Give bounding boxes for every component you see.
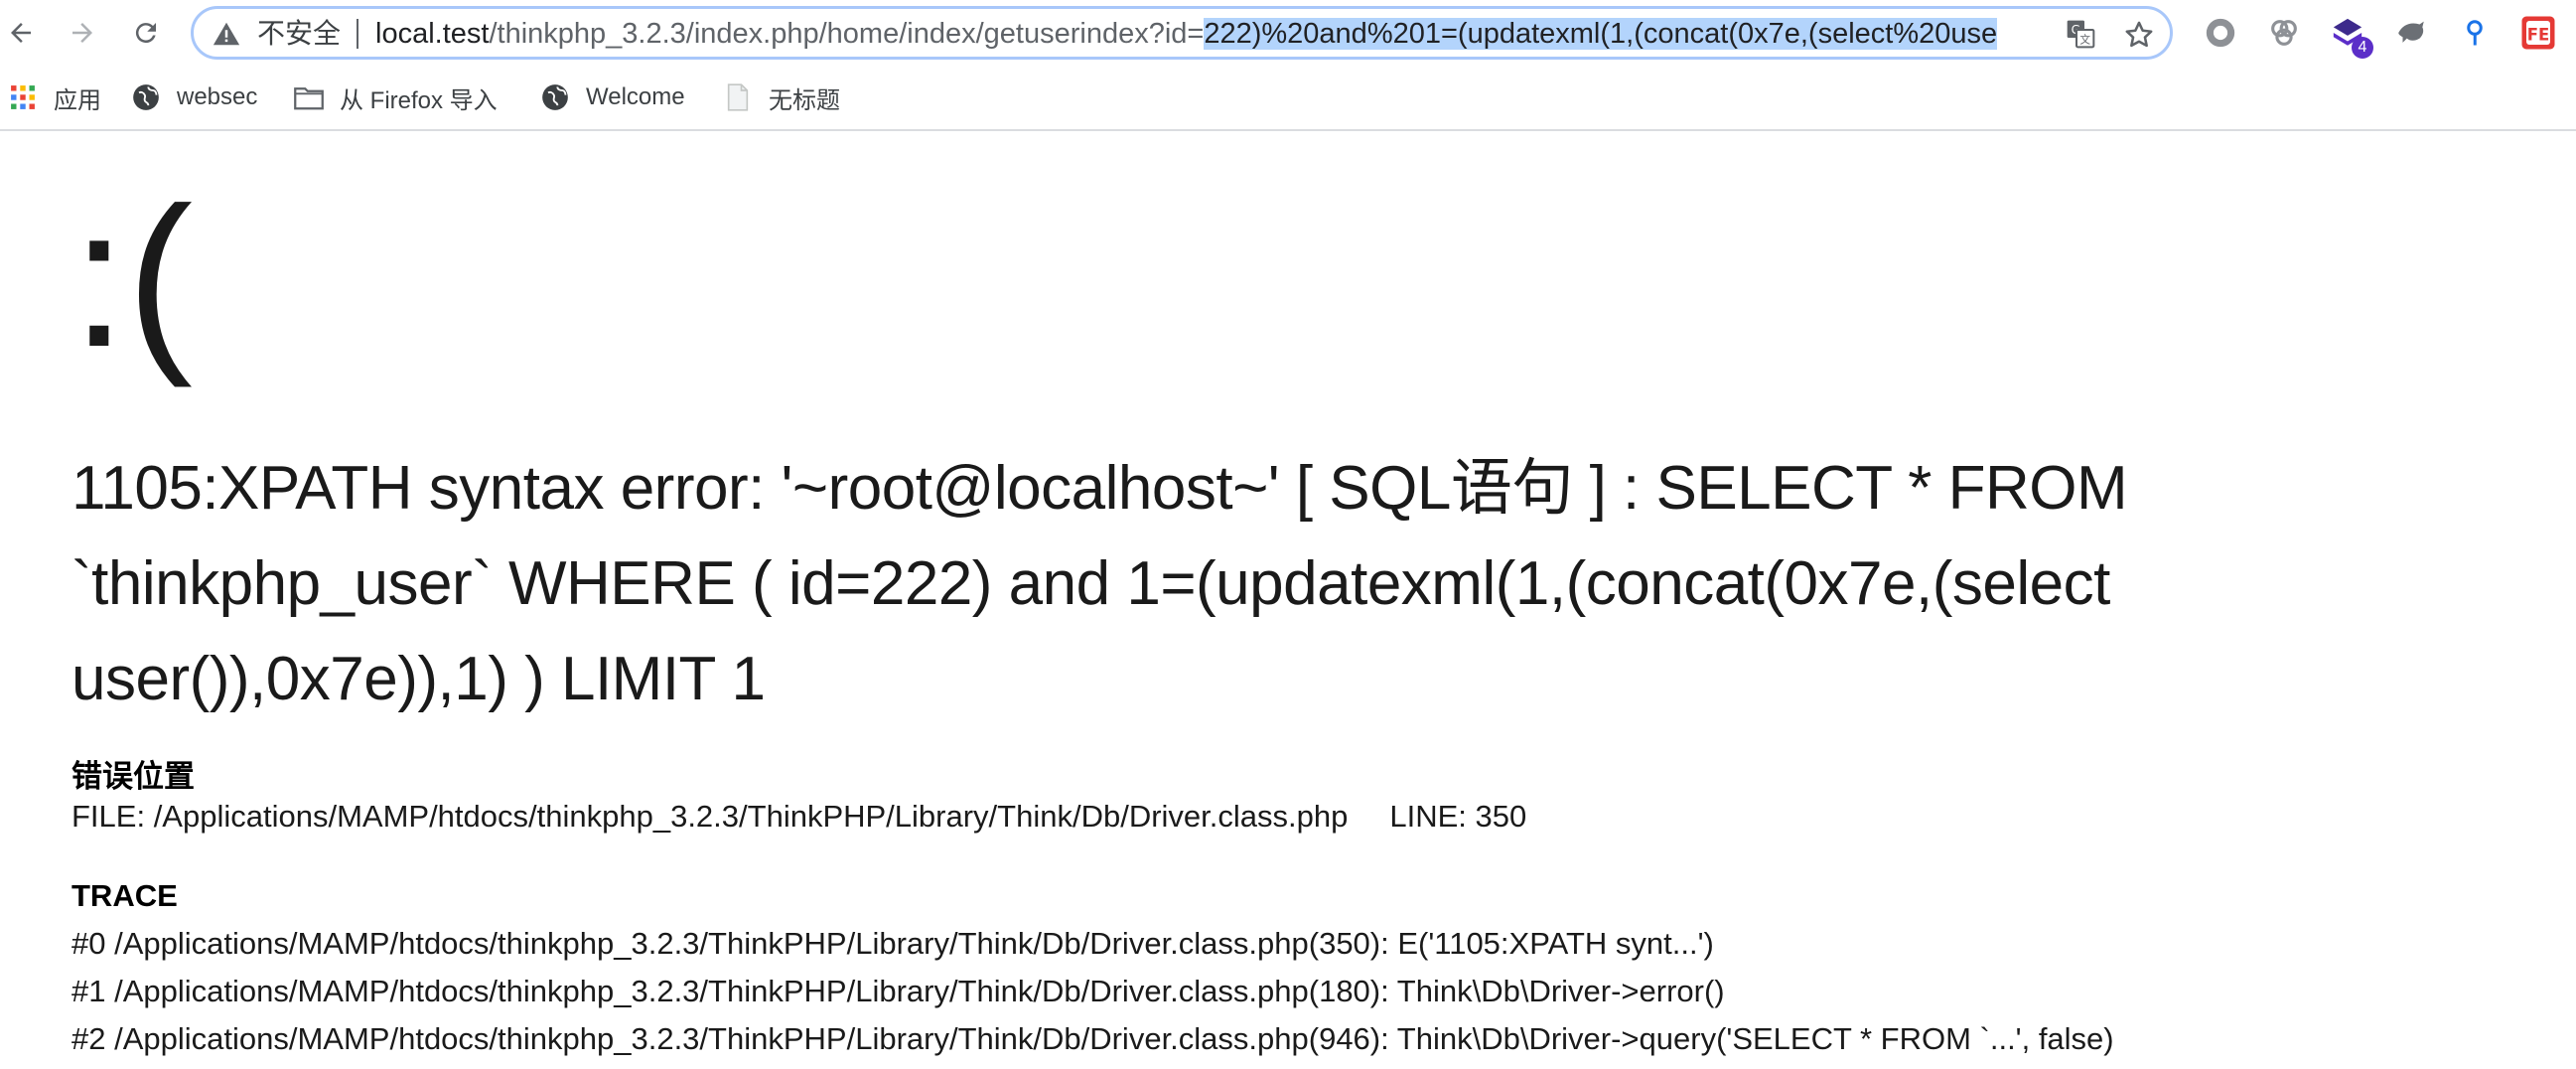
error-message: 1105:XPATH syntax error: '~root@localhos… [72, 454, 2128, 713]
browser-toolbar: 不安全 local.test/thinkphp_3.2.3/index.php/… [0, 0, 2576, 66]
arrow-left-icon [11, 23, 31, 43]
extension-record-button[interactable] [2203, 15, 2238, 51]
trace-line: #1 /Applications/MAMP/htdocs/thinkphp_3.… [72, 974, 1725, 1008]
bookmark-label: Welcome [586, 83, 685, 110]
reload-button[interactable] [125, 12, 167, 54]
trace-heading: TRACE [72, 878, 178, 913]
folder-icon [294, 82, 324, 112]
address-bar[interactable]: 不安全 local.test/thinkphp_3.2.3/index.php/… [191, 6, 2173, 60]
svg-text:FE: FE [2527, 26, 2550, 45]
security-label[interactable]: 不安全 [257, 18, 341, 50]
page-icon [723, 82, 753, 112]
bookmark-firefox-import[interactable]: 从 Firefox 导入 [294, 79, 498, 115]
bookmark-label: websec [177, 83, 258, 110]
url-path: /thinkphp_3.2.3/index.php/home/index/get… [489, 18, 1205, 50]
error-file-line: FILE: /Applications/MAMP/htdocs/thinkphp… [72, 799, 1526, 835]
extension-layers-button[interactable]: 4 [2330, 15, 2373, 59]
trace-line: #0 /Applications/MAMP/htdocs/thinkphp_3.… [72, 926, 1714, 961]
svg-text:文: 文 [2079, 33, 2090, 46]
globe-icon [131, 82, 161, 112]
extension-fe-button[interactable]: FE [2520, 15, 2556, 51]
bookmark-websec[interactable]: websec [131, 79, 257, 115]
bookmark-star-icon[interactable] [2122, 18, 2156, 52]
warning-icon[interactable] [212, 19, 241, 49]
apps-grid-icon [8, 82, 38, 112]
error-line-number: LINE: 350 [1389, 799, 1527, 834]
sad-face: :( [72, 167, 194, 388]
error-location-heading: 错误位置 [72, 759, 195, 794]
extension-bird-button[interactable] [2393, 15, 2429, 51]
bookmark-untitled[interactable]: 无标题 [723, 79, 840, 115]
url-selected: 222)%20and%201=(updatexml(1,(concat(0x7e… [1204, 18, 1998, 50]
chain-icon [2271, 20, 2297, 46]
omnibox-divider [357, 19, 358, 49]
bookmark-apps[interactable]: 应用 [8, 79, 101, 115]
bird-icon [2398, 21, 2424, 43]
forward-button[interactable] [62, 12, 103, 54]
url-text[interactable]: local.test/thinkphp_3.2.3/index.php/home… [375, 17, 2054, 51]
reload-icon [135, 23, 156, 44]
arrow-right-icon [72, 23, 92, 43]
bookmarks-bar: 应用 websec 从 Firefox 导入 Welcome 无标题 [0, 66, 2576, 131]
fe-helper-icon: FE [2521, 16, 2555, 50]
bookmark-label: 无标题 [769, 86, 840, 114]
bookmark-label: 从 Firefox 导入 [340, 86, 498, 114]
back-button[interactable] [0, 12, 42, 54]
extension-pin-button[interactable] [2457, 15, 2493, 51]
extension-links-button[interactable] [2266, 15, 2302, 51]
extension-badge: 4 [2352, 37, 2373, 59]
error-file-path: FILE: /Applications/MAMP/htdocs/thinkphp… [72, 799, 1349, 834]
record-circle-icon [2206, 18, 2235, 48]
url-host: local.test [375, 18, 490, 50]
trace-line: #2 /Applications/MAMP/htdocs/thinkphp_3.… [72, 1021, 2114, 1056]
location-pin-icon [2467, 20, 2483, 46]
globe-icon [540, 82, 570, 112]
bookmark-welcome[interactable]: Welcome [540, 79, 685, 115]
translate-icon[interactable]: G文 [2065, 18, 2096, 50]
bookmark-label: 应用 [54, 86, 101, 114]
